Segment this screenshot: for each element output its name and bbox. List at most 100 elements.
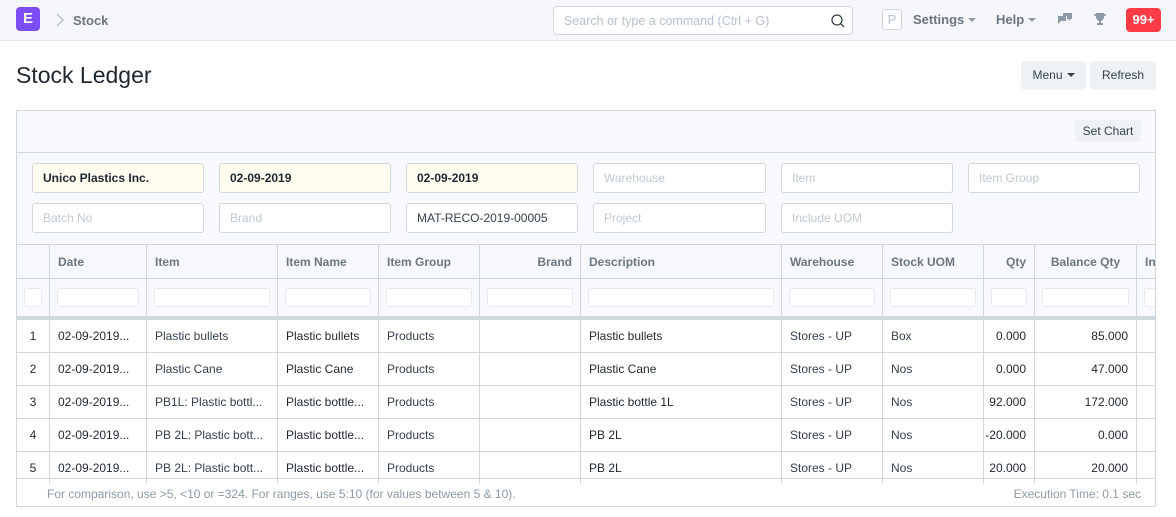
cell-brand[interactable] [479, 353, 580, 385]
warehouse-filter[interactable]: Warehouse [593, 163, 766, 193]
cell-description[interactable]: PB 2L [580, 452, 781, 484]
cell-warehouse[interactable]: Stores - UP [781, 386, 882, 418]
include-uom-filter[interactable]: Include UOM [781, 203, 953, 233]
cell-item-name[interactable]: Plastic bottle... [277, 452, 378, 484]
table-row[interactable]: 1 02-09-2019... Plastic bullets Plastic bul… [17, 319, 1155, 352]
cell-brand[interactable] [479, 386, 580, 418]
cell-in[interactable] [1136, 353, 1155, 385]
cell-balance-qty[interactable]: 20.000 [1034, 452, 1136, 484]
item-name-column-filter[interactable] [285, 288, 371, 307]
trophy-icon[interactable] [1092, 11, 1108, 27]
cell-uom[interactable]: Nos [882, 419, 983, 451]
avatar[interactable]: P [882, 9, 902, 30]
cell-uom[interactable]: Nos [882, 386, 983, 418]
index-filter-input[interactable] [24, 288, 42, 307]
cell-uom[interactable]: Nos [882, 452, 983, 484]
cell-in[interactable] [1136, 419, 1155, 451]
cell-balance-qty[interactable]: 172.000 [1034, 386, 1136, 418]
cell-description[interactable]: Plastic bullets [580, 320, 781, 352]
search-bar[interactable] [553, 6, 853, 35]
cell-in[interactable] [1136, 386, 1155, 418]
cell-item-group[interactable]: Products [378, 386, 479, 418]
cell-date[interactable]: 02-09-2019... [49, 353, 146, 385]
balance-qty-column-filter[interactable] [1042, 288, 1129, 307]
cell-balance-qty[interactable]: 47.000 [1034, 353, 1136, 385]
cell-date[interactable]: 02-09-2019... [49, 320, 146, 352]
date-column-filter[interactable] [57, 288, 139, 307]
brand-filter[interactable]: Brand [219, 203, 391, 233]
cell-warehouse[interactable]: Stores - UP [781, 320, 882, 352]
cell-qty[interactable]: 20.000 [983, 452, 1034, 484]
col-header-brand[interactable]: Brand [479, 245, 580, 278]
cell-uom[interactable]: Box [882, 320, 983, 352]
item-group-filter[interactable]: Item Group [968, 163, 1140, 193]
description-column-filter[interactable] [588, 288, 774, 307]
cell-item[interactable]: Plastic Cane [146, 353, 277, 385]
cell-uom[interactable]: Nos [882, 353, 983, 385]
cell-qty[interactable]: -20.000 [983, 419, 1034, 451]
cell-description[interactable]: Plastic bottle 1L [580, 386, 781, 418]
project-filter[interactable]: Project [593, 203, 766, 233]
cell-idx[interactable]: 1 [17, 320, 49, 352]
set-chart-button[interactable]: Set Chart [1075, 120, 1141, 142]
voucher-no-filter[interactable]: MAT-RECO-2019-00005 [406, 203, 578, 233]
col-header-date[interactable]: Date [49, 245, 146, 278]
cell-item[interactable]: PB1L: Plastic bottl... [146, 386, 277, 418]
batch-no-filter[interactable]: Batch No [32, 203, 204, 233]
cell-idx[interactable]: 3 [17, 386, 49, 418]
cell-description[interactable]: Plastic Cane [580, 353, 781, 385]
col-header-qty[interactable]: Qty [983, 245, 1034, 278]
in-column-filter[interactable] [1144, 288, 1155, 307]
cell-brand[interactable] [479, 452, 580, 484]
cell-item-name[interactable]: Plastic bullets [277, 320, 378, 352]
col-header-item-name[interactable]: Item Name [277, 245, 378, 278]
col-header-warehouse[interactable]: Warehouse [781, 245, 882, 278]
cell-item-group[interactable]: Products [378, 353, 479, 385]
cell-idx[interactable]: 4 [17, 419, 49, 451]
cell-balance-qty[interactable]: 0.000 [1034, 419, 1136, 451]
help-dropdown[interactable]: Help [996, 12, 1037, 27]
warehouse-column-filter[interactable] [789, 288, 875, 307]
table-row[interactable]: 4 02-09-2019... PB 2L: Plastic bott... Plas… [17, 418, 1155, 451]
cell-warehouse[interactable]: Stores - UP [781, 452, 882, 484]
search-icon[interactable] [830, 13, 846, 29]
uom-column-filter[interactable] [890, 288, 976, 307]
col-header-item-group[interactable]: Item Group [378, 245, 479, 278]
cell-idx[interactable]: 5 [17, 452, 49, 484]
brand-column-filter[interactable] [487, 288, 573, 307]
cell-idx[interactable]: 2 [17, 353, 49, 385]
cell-item-name[interactable]: Plastic Cane [277, 353, 378, 385]
cell-date[interactable]: 02-09-2019... [49, 386, 146, 418]
app-logo[interactable]: E [16, 7, 40, 31]
cell-item-name[interactable]: Plastic bottle... [277, 386, 378, 418]
company-filter[interactable]: Unico Plastics Inc. [32, 163, 204, 193]
cell-item-name[interactable]: Plastic bottle... [277, 419, 378, 451]
cell-brand[interactable] [479, 419, 580, 451]
item-group-column-filter[interactable] [386, 288, 472, 307]
cell-qty[interactable]: 92.000 [983, 386, 1034, 418]
cell-in[interactable] [1136, 452, 1155, 484]
item-filter[interactable]: Item [781, 163, 953, 193]
item-column-filter[interactable] [154, 288, 270, 307]
cell-qty[interactable]: 0.000 [983, 320, 1034, 352]
cell-balance-qty[interactable]: 85.000 [1034, 320, 1136, 352]
cell-item[interactable]: PB 2L: Plastic bott... [146, 452, 277, 484]
cell-in[interactable] [1136, 320, 1155, 352]
cell-item[interactable]: Plastic bullets [146, 320, 277, 352]
cell-qty[interactable]: 0.000 [983, 353, 1034, 385]
table-row[interactable]: 5 02-09-2019... PB 2L: Plastic bott... Plas… [17, 451, 1155, 484]
search-input[interactable] [554, 7, 814, 34]
col-header-description[interactable]: Description [580, 245, 781, 278]
col-header-stock-uom[interactable]: Stock UOM [882, 245, 983, 278]
settings-dropdown[interactable]: Settings [913, 12, 977, 27]
table-row[interactable]: 3 02-09-2019... PB1L: Plastic bottl... Plas… [17, 385, 1155, 418]
menu-button[interactable]: Menu [1021, 61, 1086, 90]
comments-icon[interactable] [1057, 11, 1073, 27]
to-date-filter[interactable]: 02-09-2019 [406, 163, 578, 193]
notifications-badge[interactable]: 99+ [1126, 8, 1161, 32]
table-row[interactable]: 2 02-09-2019... Plastic Cane Plastic Cane Pr… [17, 352, 1155, 385]
breadcrumb-stock[interactable]: Stock [73, 13, 108, 28]
cell-item-group[interactable]: Products [378, 419, 479, 451]
cell-warehouse[interactable]: Stores - UP [781, 419, 882, 451]
from-date-filter[interactable]: 02-09-2019 [219, 163, 391, 193]
